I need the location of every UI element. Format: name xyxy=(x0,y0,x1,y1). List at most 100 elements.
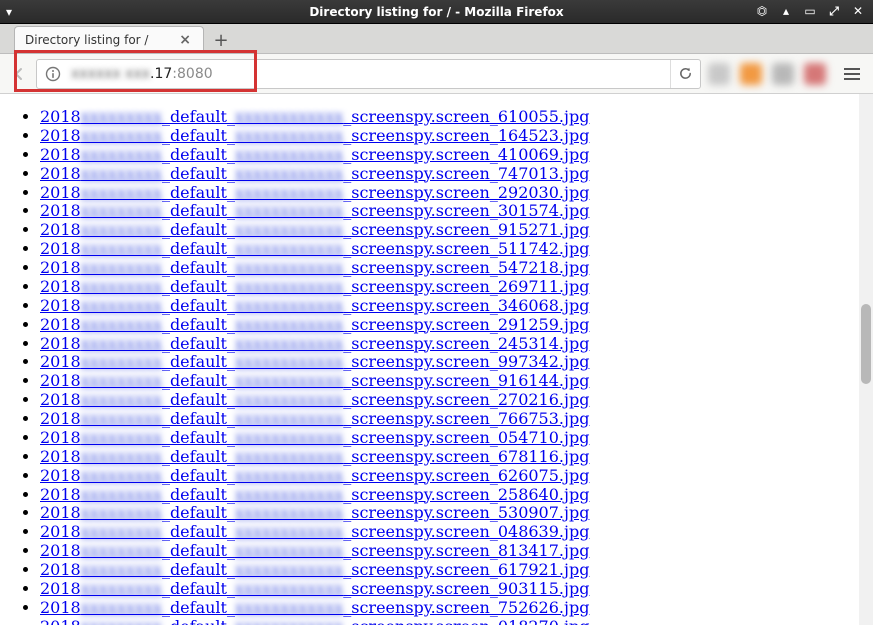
file-link[interactable]: 2018xxxxxxxxx_default_xxxxxxxxxxxx_scree… xyxy=(40,201,589,220)
toolbar-extension-icon[interactable] xyxy=(804,63,826,85)
file-link[interactable]: 2018xxxxxxxxx_default_xxxxxxxxxxxx_scree… xyxy=(40,258,589,277)
file-link[interactable]: 2018xxxxxxxxx_default_xxxxxxxxxxxx_scree… xyxy=(40,352,589,371)
window-close-icon[interactable]: ✕ xyxy=(851,4,865,19)
file-prefix: 2018 xyxy=(40,541,81,560)
file-masked-segment: xxxxxxxxxxxx xyxy=(235,618,343,625)
file-link[interactable]: 2018xxxxxxxxx_default_xxxxxxxxxxxx_scree… xyxy=(40,145,589,164)
file-link[interactable]: 2018xxxxxxxxx_default_xxxxxxxxxxxx_scree… xyxy=(40,126,589,145)
file-masked-segment: xxxxxxxxx xyxy=(81,201,162,220)
file-link[interactable]: 2018xxxxxxxxx_default_xxxxxxxxxxxx_scree… xyxy=(40,466,589,485)
file-link[interactable]: 2018xxxxxxxxx_default_xxxxxxxxxxxx_scree… xyxy=(40,503,589,522)
file-masked-segment: xxxxxxxxxxxx xyxy=(235,334,343,353)
tab-close-icon[interactable]: × xyxy=(175,32,195,48)
list-item: 2018xxxxxxxxx_default_xxxxxxxxxxxx_scree… xyxy=(40,486,859,505)
file-link[interactable]: 2018xxxxxxxxx_default_xxxxxxxxxxxx_scree… xyxy=(40,371,589,390)
file-link[interactable]: 2018xxxxxxxxx_default_xxxxxxxxxxxx_scree… xyxy=(40,164,589,183)
file-prefix: 2018 xyxy=(40,390,81,409)
file-masked-segment: xxxxxxxxx xyxy=(81,579,162,598)
file-link[interactable]: 2018xxxxxxxxx_default_xxxxxxxxxxxx_scree… xyxy=(40,428,589,447)
file-suffix: _screenspy.screen_610055.jpg xyxy=(343,107,589,126)
file-link[interactable]: 2018xxxxxxxxx_default_xxxxxxxxxxxx_scree… xyxy=(40,522,589,541)
file-masked-segment: xxxxxxxxxxxx xyxy=(235,466,343,485)
file-link[interactable]: 2018xxxxxxxxx_default_xxxxxxxxxxxx_scree… xyxy=(40,390,589,409)
file-link[interactable]: 2018xxxxxxxxx_default_xxxxxxxxxxxx_scree… xyxy=(40,579,589,598)
file-suffix: _screenspy.screen_018270.jpg xyxy=(343,618,589,625)
browser-tab[interactable]: Directory listing for / × xyxy=(14,26,204,53)
window-restore-icon[interactable]: ▭ xyxy=(803,4,817,19)
file-link[interactable]: 2018xxxxxxxxx_default_xxxxxxxxxxxx_scree… xyxy=(40,485,589,504)
file-link[interactable]: 2018xxxxxxxxx_default_xxxxxxxxxxxx_scree… xyxy=(40,334,589,353)
file-masked-segment: xxxxxxxxx xyxy=(81,560,162,579)
reload-button[interactable] xyxy=(670,60,700,88)
file-link[interactable]: 2018xxxxxxxxx_default_xxxxxxxxxxxx_scree… xyxy=(40,598,589,617)
list-item: 2018xxxxxxxxx_default_xxxxxxxxxxxx_scree… xyxy=(40,259,859,278)
vertical-scrollbar[interactable] xyxy=(859,94,873,625)
scrollbar-thumb[interactable] xyxy=(861,304,871,384)
file-prefix: 2018 xyxy=(40,560,81,579)
file-link[interactable]: 2018xxxxxxxxx_default_xxxxxxxxxxxx_scree… xyxy=(40,409,589,428)
file-link[interactable]: 2018xxxxxxxxx_default_xxxxxxxxxxxx_scree… xyxy=(40,618,589,625)
file-mid: _default_ xyxy=(162,428,235,447)
file-link[interactable]: 2018xxxxxxxxx_default_xxxxxxxxxxxx_scree… xyxy=(40,107,589,126)
file-mid: _default_ xyxy=(162,107,235,126)
file-link[interactable]: 2018xxxxxxxxx_default_xxxxxxxxxxxx_scree… xyxy=(40,183,589,202)
file-mid: _default_ xyxy=(162,164,235,183)
list-item: 2018xxxxxxxxx_default_xxxxxxxxxxxx_scree… xyxy=(40,202,859,221)
file-link[interactable]: 2018xxxxxxxxx_default_xxxxxxxxxxxx_scree… xyxy=(40,541,589,560)
list-item: 2018xxxxxxxxx_default_xxxxxxxxxxxx_scree… xyxy=(40,467,859,486)
file-prefix: 2018 xyxy=(40,164,81,183)
list-item: 2018xxxxxxxxx_default_xxxxxxxxxxxx_scree… xyxy=(40,429,859,448)
new-tab-button[interactable]: + xyxy=(208,27,234,53)
toolbar-extension-icon[interactable] xyxy=(708,63,730,85)
site-info-icon[interactable] xyxy=(41,62,65,86)
file-link[interactable]: 2018xxxxxxxxx_default_xxxxxxxxxxxx_scree… xyxy=(40,277,589,296)
toolbar-extension-icon[interactable] xyxy=(772,63,794,85)
list-item: 2018xxxxxxxxx_default_xxxxxxxxxxxx_scree… xyxy=(40,523,859,542)
url-input[interactable]: xxxxxx xxx.17:8080 xyxy=(65,66,670,82)
file-mid: _default_ xyxy=(162,503,235,522)
file-mid: _default_ xyxy=(162,598,235,617)
file-prefix: 2018 xyxy=(40,220,81,239)
file-mid: _default_ xyxy=(162,220,235,239)
window-minimize-icon[interactable]: ▴ xyxy=(779,4,793,19)
list-item: 2018xxxxxxxxx_default_xxxxxxxxxxxx_scree… xyxy=(40,391,859,410)
list-item: 2018xxxxxxxxx_default_xxxxxxxxxxxx_scree… xyxy=(40,165,859,184)
file-suffix: _screenspy.screen_626075.jpg xyxy=(343,466,589,485)
file-link[interactable]: 2018xxxxxxxxx_default_xxxxxxxxxxxx_scree… xyxy=(40,296,589,315)
file-prefix: 2018 xyxy=(40,503,81,522)
page-content[interactable]: x2018xxxxxxxxx_default_xxxxxxxxxxxx_scre… xyxy=(0,94,859,625)
toolbar-extension-icon[interactable] xyxy=(740,63,762,85)
file-link[interactable]: 2018xxxxxxxxx_default_xxxxxxxxxxxx_scree… xyxy=(40,239,589,258)
file-masked-segment: xxxxxxxxx xyxy=(81,371,162,390)
file-mid: _default_ xyxy=(162,201,235,220)
file-masked-segment: xxxxxxxxx xyxy=(81,447,162,466)
file-prefix: 2018 xyxy=(40,466,81,485)
file-mid: _default_ xyxy=(162,352,235,371)
window-titlebar: ▾ Directory listing for / - Mozilla Fire… xyxy=(0,0,873,24)
file-suffix: _screenspy.screen_346068.jpg xyxy=(343,296,589,315)
list-item: 2018xxxxxxxxx_default_xxxxxxxxxxxx_scree… xyxy=(40,580,859,599)
back-button[interactable] xyxy=(6,61,32,87)
file-masked-segment: xxxxxxxxxxxx xyxy=(235,107,343,126)
file-suffix: _screenspy.screen_678116.jpg xyxy=(343,447,589,466)
file-suffix: _screenspy.screen_547218.jpg xyxy=(343,258,589,277)
menu-button[interactable] xyxy=(837,59,867,89)
file-link[interactable]: 2018xxxxxxxxx_default_xxxxxxxxxxxx_scree… xyxy=(40,315,589,334)
file-masked-segment: xxxxxxxxx xyxy=(81,258,162,277)
app-menu-icon[interactable]: ▾ xyxy=(0,5,18,19)
file-prefix: 2018 xyxy=(40,183,81,202)
file-link[interactable]: 2018xxxxxxxxx_default_xxxxxxxxxxxx_scree… xyxy=(40,560,589,579)
file-masked-segment: xxxxxxxxx xyxy=(81,428,162,447)
window-pin-icon[interactable]: ⏣ xyxy=(755,4,769,19)
window-maximize-icon[interactable]: ⤢ xyxy=(827,4,841,19)
file-link[interactable]: 2018xxxxxxxxx_default_xxxxxxxxxxxx_scree… xyxy=(40,447,589,466)
file-mid: _default_ xyxy=(162,485,235,504)
file-prefix: 2018 xyxy=(40,579,81,598)
file-mid: _default_ xyxy=(162,579,235,598)
address-bar[interactable]: xxxxxx xxx.17:8080 xyxy=(36,59,701,89)
list-item: 2018xxxxxxxxx_default_xxxxxxxxxxxx_scree… xyxy=(40,335,859,354)
file-mid: _default_ xyxy=(162,126,235,145)
file-mid: _default_ xyxy=(162,258,235,277)
file-link[interactable]: 2018xxxxxxxxx_default_xxxxxxxxxxxx_scree… xyxy=(40,220,589,239)
file-prefix: 2018 xyxy=(40,239,81,258)
